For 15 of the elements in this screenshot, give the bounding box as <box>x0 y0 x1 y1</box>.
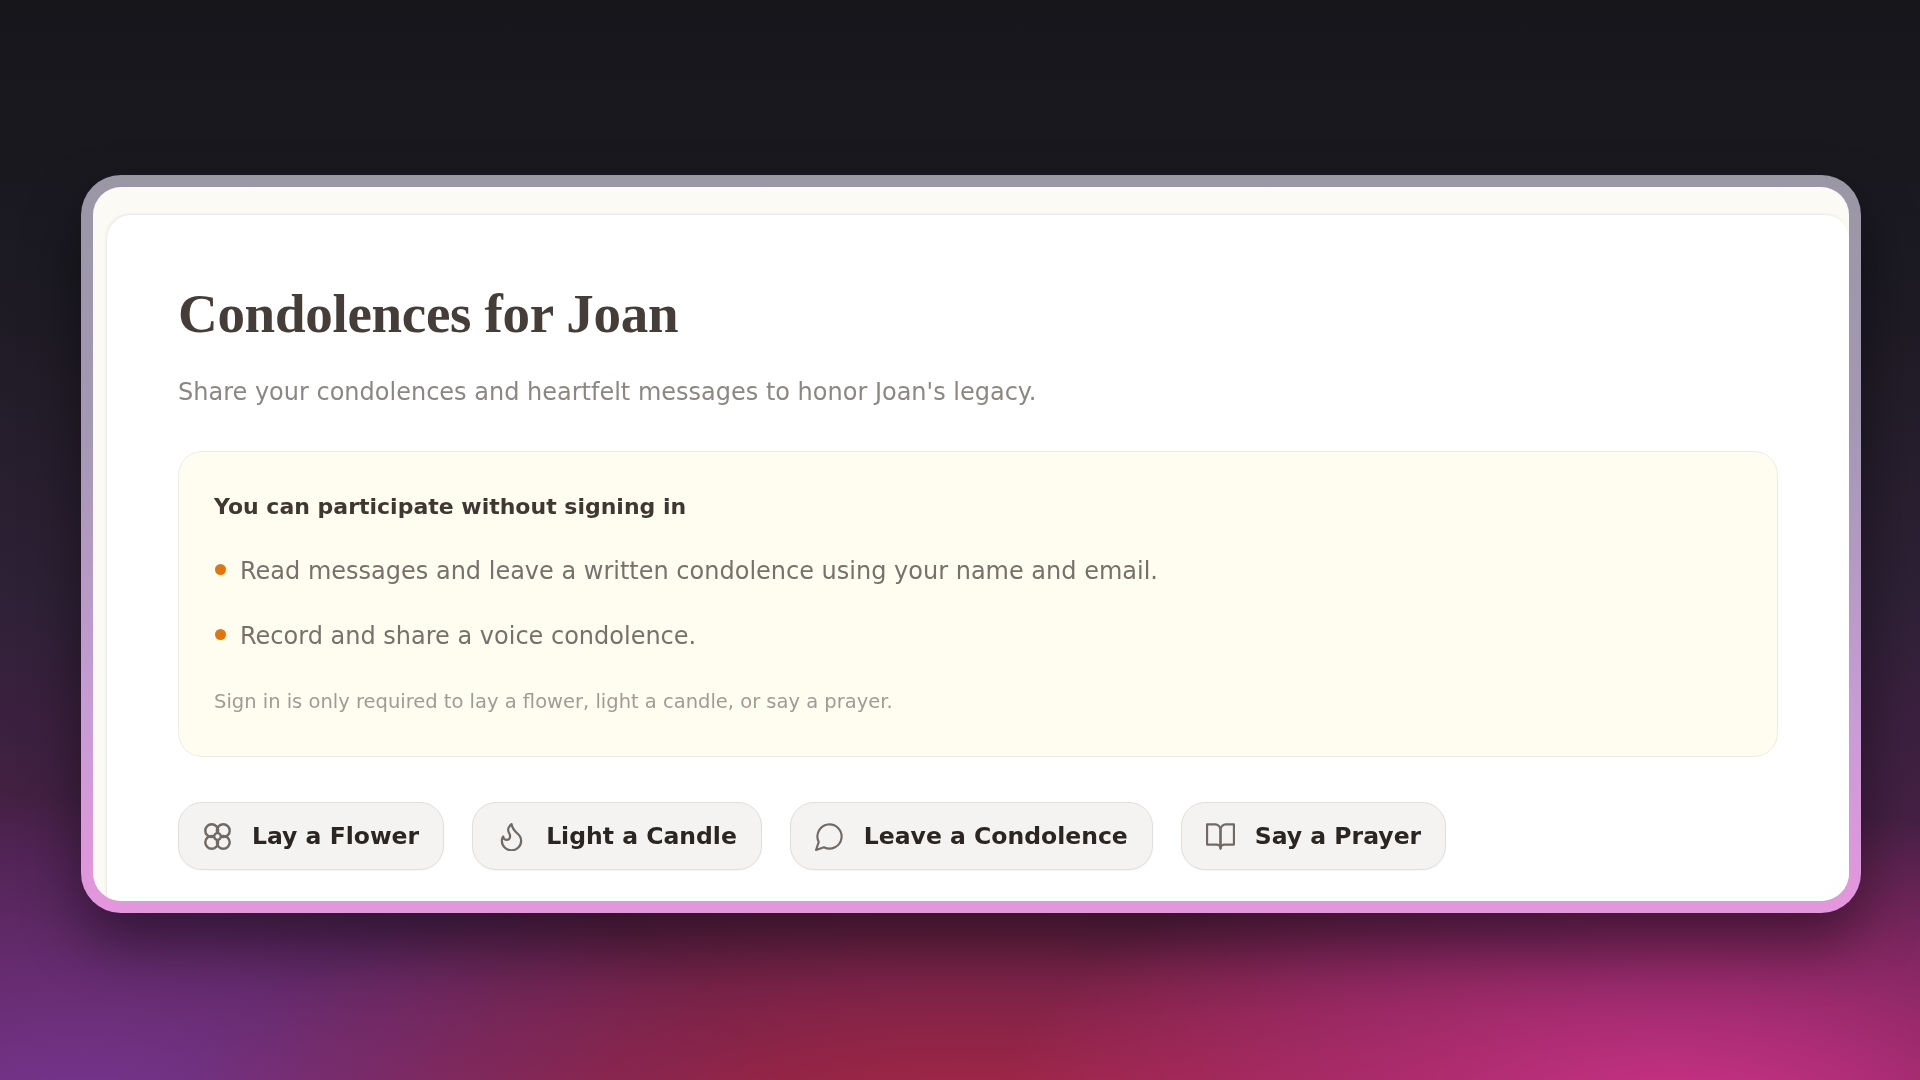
info-note: Sign in is only required to lay a flower, light a candle, or say a prayer. <box>214 689 894 715</box>
bullet-icon <box>215 629 226 640</box>
info-title: You can participate without signing in <box>214 493 688 521</box>
page-subtitle: Share your condolences and heartfelt messages to honor Joan's legacy. <box>178 377 1038 408</box>
open-book-icon <box>1205 821 1235 851</box>
lay-flower-button[interactable]: Lay a Flower <box>178 802 445 870</box>
say-prayer-button[interactable]: Say a Prayer <box>1180 802 1447 870</box>
speech-bubble-icon <box>814 821 844 851</box>
bullet-text: Read messages and leave a written condolence using your name and email. <box>240 556 1158 587</box>
bullet-icon <box>215 564 226 575</box>
page-heading: Condolences for Joan <box>178 283 680 345</box>
bullet-text: Record and share a voice condolence. <box>240 621 697 652</box>
leave-condolence-button[interactable]: Leave a Condolence <box>789 802 1153 870</box>
flower-icon <box>203 821 232 851</box>
light-candle-button[interactable]: Light a Candle <box>472 802 762 870</box>
